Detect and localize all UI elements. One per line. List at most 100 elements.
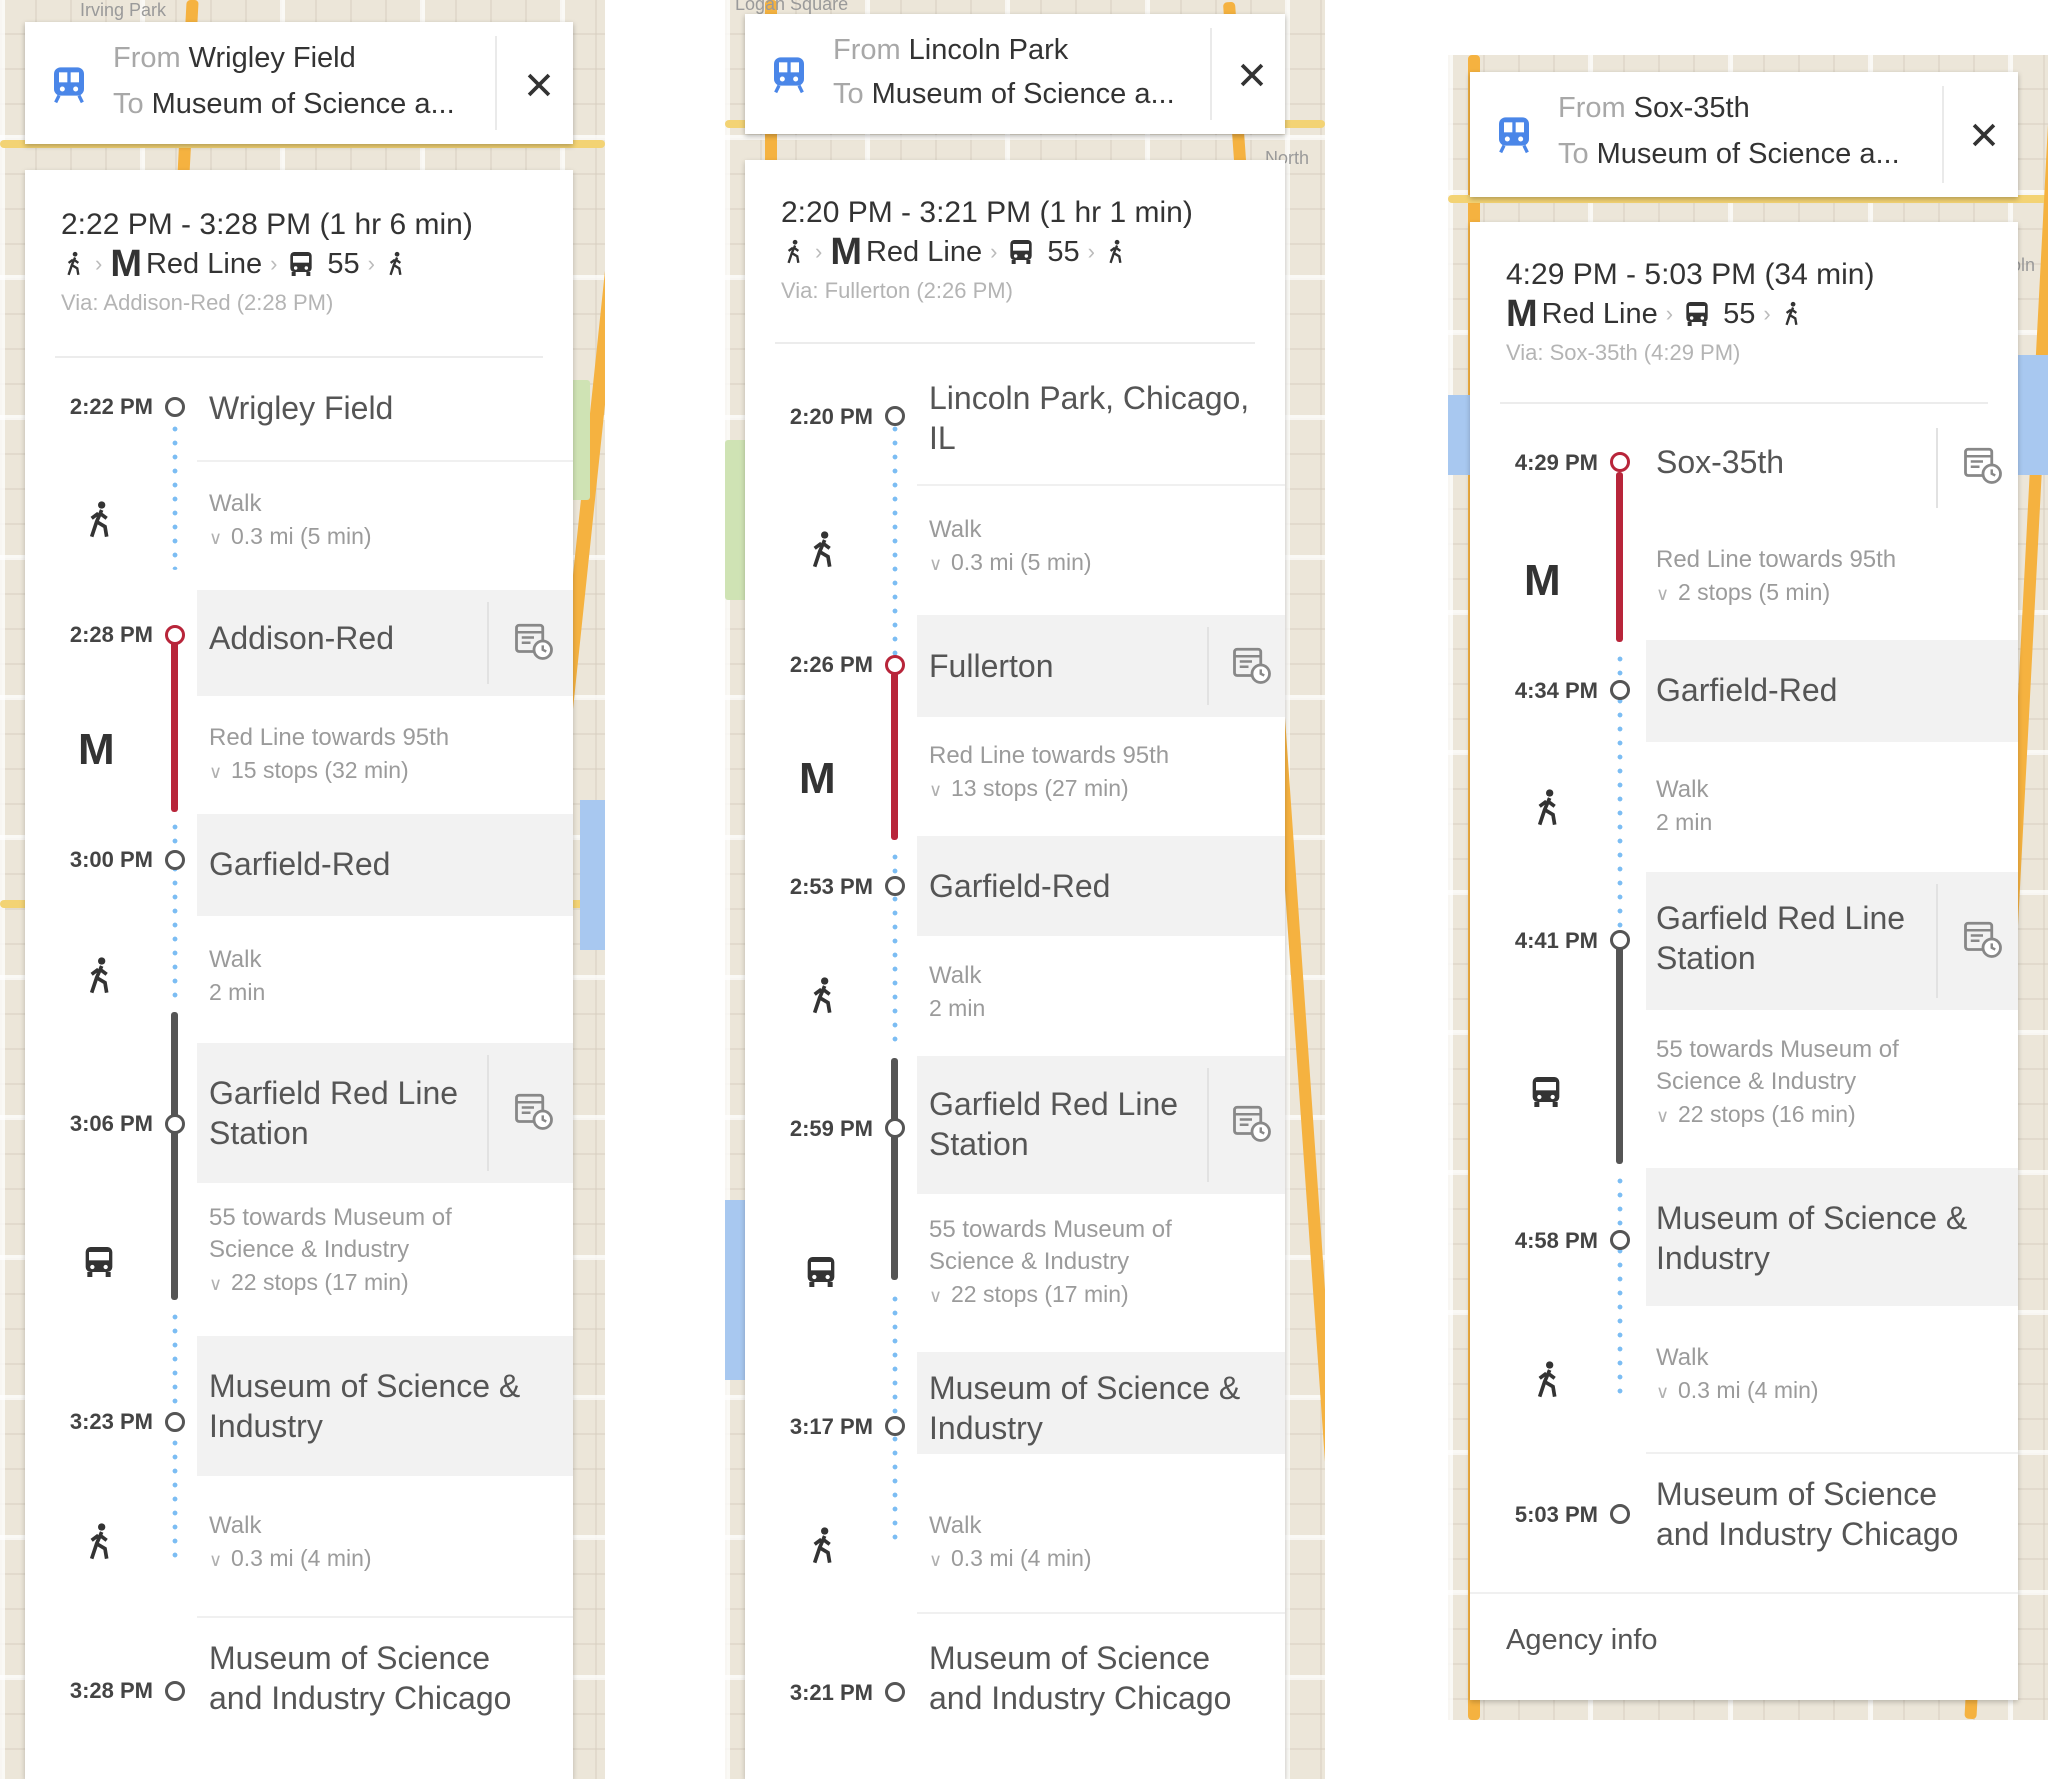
route-modes: M Red Line › 55 › bbox=[1506, 292, 1994, 335]
route-summary[interactable]: 2:20 PM - 3:21 PM (1 hr 1 min) › M Red Li… bbox=[781, 196, 1261, 304]
route-summary[interactable]: 2:22 PM - 3:28 PM (1 hr 6 min) › M Red Li… bbox=[61, 208, 549, 316]
schedule-icon[interactable] bbox=[513, 1090, 555, 1132]
route-modes: › M Red Line › 55 › bbox=[781, 231, 1261, 273]
step-instruction: Walk bbox=[929, 516, 982, 543]
route-bus: 55 bbox=[327, 247, 360, 280]
route-bus: 55 bbox=[1047, 235, 1080, 268]
stop-name[interactable]: Museum of Science & Industry bbox=[1656, 1198, 1996, 1278]
stop-name[interactable]: Wrigley Field bbox=[209, 388, 539, 428]
to-field[interactable]: To Museum of Science a... bbox=[833, 78, 1213, 111]
step-detail[interactable]: ∨ 22 stops (17 min) bbox=[929, 1278, 1129, 1312]
step-detail[interactable]: ∨ 0.3 mi (5 min) bbox=[209, 520, 372, 554]
route-time: 2:20 PM - 3:21 PM (1 hr 1 min) bbox=[781, 196, 1193, 229]
schedule-icon[interactable] bbox=[1231, 644, 1273, 686]
schedule-icon[interactable] bbox=[1231, 1102, 1273, 1144]
stop-name[interactable]: Addison-Red bbox=[209, 618, 469, 658]
step-detail: 2 min bbox=[209, 979, 266, 1005]
step-detail[interactable]: ∨ 15 stops (32 min) bbox=[209, 754, 409, 788]
route-via: Via: Sox-35th (4:29 PM) bbox=[1506, 340, 1741, 365]
step-detail[interactable]: ∨ 0.3 mi (4 min) bbox=[1656, 1374, 1819, 1408]
directions-panel-1: 2:22 PM - 3:28 PM (1 hr 6 min) › M Red Li… bbox=[25, 170, 573, 1779]
route-via: Via: Fullerton (2:26 PM) bbox=[781, 278, 1013, 303]
step-detail[interactable]: ∨ 0.3 mi (4 min) bbox=[209, 1542, 372, 1576]
bus-icon bbox=[1010, 240, 1033, 264]
stop-name[interactable]: Lincoln Park, Chicago, IL bbox=[929, 378, 1259, 458]
stop-name[interactable]: Museum of Science and Industry Chicago bbox=[1656, 1474, 1996, 1554]
transit-icon bbox=[1499, 117, 1529, 154]
step-detail[interactable]: ∨ 0.3 mi (4 min) bbox=[929, 1542, 1092, 1576]
directions-header-2: From Lincoln Park To Museum of Science a..… bbox=[745, 14, 1285, 134]
stop-time: 5:03 PM bbox=[1514, 1502, 1598, 1527]
stop-node bbox=[165, 1114, 185, 1134]
step-detail[interactable]: ∨ 13 stops (27 min) bbox=[929, 772, 1129, 806]
route-time: 2:22 PM - 3:28 PM (1 hr 6 min) bbox=[61, 208, 473, 241]
step-instruction: Walk bbox=[1656, 1344, 1709, 1371]
step-instruction: Science & Industry bbox=[929, 1248, 1130, 1275]
stop-name[interactable]: Garfield Red Line Station bbox=[929, 1084, 1199, 1164]
from-field[interactable]: From Sox-35th bbox=[1558, 92, 1938, 125]
route-via: Via: Addison-Red (2:28 PM) bbox=[61, 290, 334, 315]
stop-node bbox=[1610, 680, 1630, 700]
stop-name[interactable]: Museum of Science and Industry Chicago bbox=[209, 1638, 539, 1718]
bus-icon bbox=[290, 252, 313, 276]
stop-name[interactable]: Garfield-Red bbox=[929, 866, 1259, 906]
walk-icon bbox=[812, 977, 832, 1014]
schedule-icon[interactable] bbox=[1962, 918, 2004, 960]
close-icon[interactable] bbox=[1235, 58, 1269, 92]
stop-name[interactable]: Garfield Red Line Station bbox=[209, 1073, 479, 1153]
stop-node bbox=[885, 406, 905, 426]
stop-time: 2:28 PM bbox=[69, 622, 153, 647]
metro-icon: M bbox=[799, 754, 836, 803]
step-instruction: Red Line towards 95th bbox=[929, 742, 1170, 769]
step-detail[interactable]: ∨ 2 stops (5 min) bbox=[1656, 576, 1830, 610]
stop-node bbox=[885, 1118, 905, 1138]
stop-name[interactable]: Garfield-Red bbox=[209, 844, 539, 884]
stop-node bbox=[165, 850, 185, 870]
route-line: Red Line bbox=[1541, 297, 1658, 330]
walk-icon bbox=[389, 251, 402, 276]
stop-name[interactable]: Garfield Red Line Station bbox=[1656, 898, 1926, 978]
step-instruction: Red Line towards 95th bbox=[209, 724, 450, 751]
map-label: Logan Square bbox=[735, 0, 849, 14]
stop-name[interactable]: Museum of Science and Industry Chicago bbox=[929, 1638, 1259, 1718]
stop-node bbox=[165, 625, 185, 645]
stop-time: 2:53 PM bbox=[789, 874, 873, 899]
from-field[interactable]: From Wrigley Field bbox=[113, 42, 503, 75]
walk-icon bbox=[1109, 239, 1122, 264]
from-field[interactable]: From Lincoln Park bbox=[833, 34, 1213, 67]
walk-icon bbox=[812, 1527, 832, 1564]
step-instruction: Walk bbox=[929, 1512, 982, 1539]
stop-name[interactable]: Fullerton bbox=[929, 646, 1189, 686]
agency-info-link[interactable]: Agency info bbox=[1506, 1624, 1658, 1657]
step-detail[interactable]: ∨ 22 stops (16 min) bbox=[1656, 1098, 1856, 1132]
step-detail[interactable]: ∨ 22 stops (17 min) bbox=[209, 1266, 409, 1300]
stop-time: 2:20 PM bbox=[789, 404, 873, 429]
metro-icon: M bbox=[1506, 292, 1538, 335]
step-detail[interactable]: ∨ 0.3 mi (5 min) bbox=[929, 546, 1092, 580]
stop-name[interactable]: Sox-35th bbox=[1656, 442, 1916, 482]
stop-time: 4:29 PM bbox=[1514, 450, 1598, 475]
walk-icon bbox=[1537, 1361, 1557, 1398]
close-icon[interactable] bbox=[1967, 118, 2001, 152]
directions-panel-3: 4:29 PM - 5:03 PM (34 min) M Red Line › … bbox=[1470, 222, 2018, 1700]
close-icon[interactable] bbox=[522, 68, 556, 102]
directions-panel-2: 2:20 PM - 3:21 PM (1 hr 1 min) › M Red Li… bbox=[745, 160, 1285, 1779]
to-field[interactable]: To Museum of Science a... bbox=[113, 88, 503, 121]
stop-name[interactable]: Museum of Science & Industry bbox=[209, 1366, 539, 1446]
schedule-icon[interactable] bbox=[513, 620, 555, 662]
stop-time: 4:34 PM bbox=[1514, 678, 1598, 703]
route-line: Red Line bbox=[865, 235, 983, 268]
schedule-icon[interactable] bbox=[1962, 444, 2004, 486]
stop-time: 3:00 PM bbox=[69, 847, 153, 872]
walk-icon bbox=[67, 251, 80, 276]
step-instruction: 55 towards Museum of bbox=[209, 1204, 452, 1231]
step-instruction: Walk bbox=[209, 490, 262, 517]
bus-icon bbox=[85, 1247, 113, 1277]
step-detail: 2 min bbox=[929, 995, 986, 1021]
walk-icon bbox=[89, 957, 109, 994]
stop-name[interactable]: Garfield-Red bbox=[1656, 670, 1986, 710]
route-summary[interactable]: 4:29 PM - 5:03 PM (34 min) M Red Line › … bbox=[1506, 258, 1994, 366]
stop-time: 2:26 PM bbox=[789, 652, 873, 677]
to-field[interactable]: To Museum of Science a... bbox=[1558, 138, 1938, 171]
stop-name[interactable]: Museum of Science & Industry bbox=[929, 1368, 1259, 1448]
